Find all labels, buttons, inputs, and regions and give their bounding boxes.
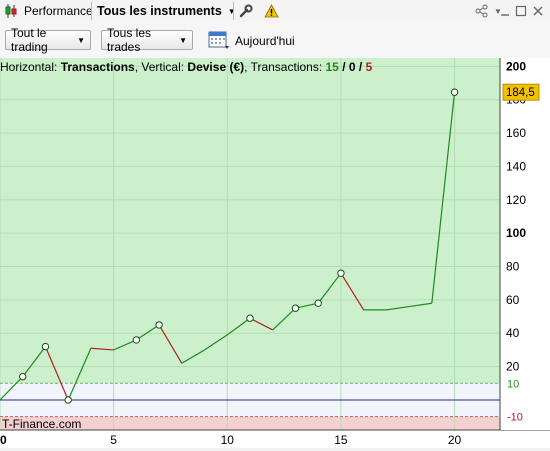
trading-filter-label: Tout le trading [11, 26, 48, 54]
data-point[interactable] [19, 372, 27, 381]
x-tick-label: 5 [110, 433, 117, 447]
chart-info-line: Horizontal: Transactions, Vertical: Devi… [0, 60, 372, 74]
trades-filter-label: Tous les trades [107, 26, 152, 54]
filter-bar: Tout le trading ▼ Tous les trades ▼ Aujo… [0, 22, 550, 59]
count-separator: / [338, 60, 349, 74]
transactions-prefix: , Transactions: [244, 60, 326, 74]
profit-zone [0, 58, 500, 384]
calendar-icon[interactable] [208, 30, 230, 53]
minimize-icon[interactable] [497, 3, 513, 19]
performance-chart[interactable]: 2001801601401201008060402010-10184,50510… [0, 58, 550, 448]
top-toolbar: Performance Tous les instruments ▼ ▼ [0, 0, 550, 23]
data-point[interactable] [450, 88, 459, 96]
trades-filter-dropdown[interactable]: Tous les trades ▼ [101, 26, 193, 54]
x-axis-panel [0, 431, 550, 448]
y-tick-label: 80 [506, 260, 520, 274]
data-point[interactable] [132, 336, 141, 344]
y-tick-label: 140 [506, 159, 526, 173]
lower-band-label: -10 [507, 412, 523, 424]
losing-count: 5 [365, 60, 373, 74]
upper-band-label: 10 [507, 378, 519, 390]
y-tick-label: 100 [506, 226, 526, 240]
last-value-label: 184,5 [506, 87, 535, 99]
instruments-label: Tous les instruments [97, 4, 222, 18]
vertical-prefix: , Vertical: [134, 60, 188, 74]
share-icon[interactable] [474, 3, 490, 19]
count-separator: / [355, 60, 366, 74]
horizontal-value: Transactions [60, 60, 135, 74]
x-tick-label: 0 [0, 433, 7, 447]
chevron-down-icon: ▼ [227, 6, 236, 16]
maximize-icon[interactable] [513, 3, 529, 19]
vertical-value: Devise (€) [187, 60, 245, 74]
chevron-down-icon: ▼ [179, 35, 187, 45]
performance-label[interactable]: Performance [24, 0, 93, 22]
horizontal-prefix: Horizontal: [0, 60, 61, 74]
data-point[interactable] [155, 321, 163, 329]
data-point[interactable] [291, 304, 300, 312]
chevron-down-icon: ▼ [77, 35, 85, 45]
warning-icon[interactable] [264, 0, 279, 22]
y-tick-label: 160 [506, 126, 526, 140]
data-point[interactable] [41, 342, 50, 351]
wrench-icon[interactable] [239, 0, 253, 22]
chart-area: 2001801601401201008060402010-10184,50510… [0, 58, 550, 448]
x-tick-label: 15 [334, 433, 348, 447]
y-tick-label: 60 [506, 293, 520, 307]
data-point[interactable] [314, 299, 322, 307]
date-label[interactable]: Aujourd'hui [235, 34, 295, 48]
trading-filter-dropdown[interactable]: Tout le trading ▼ [5, 26, 91, 54]
y-tick-label: 20 [506, 360, 520, 374]
x-tick-label: 10 [221, 433, 235, 447]
data-point[interactable] [64, 396, 72, 404]
candlestick-icon [4, 0, 18, 22]
y-axis-panel [501, 58, 550, 430]
even-count: 0 [348, 60, 356, 74]
instruments-dropdown[interactable]: Tous les instruments ▼ [97, 0, 236, 22]
data-point[interactable] [337, 269, 345, 277]
y-tick-label: 200 [506, 59, 526, 73]
y-tick-label: 40 [506, 326, 520, 340]
watermark: T-Finance.com [2, 417, 81, 431]
y-tick-label: 120 [506, 193, 526, 207]
x-tick-label: 20 [448, 433, 462, 447]
winning-count: 15 [325, 60, 339, 74]
data-point[interactable] [246, 314, 254, 322]
close-icon[interactable] [530, 3, 546, 19]
